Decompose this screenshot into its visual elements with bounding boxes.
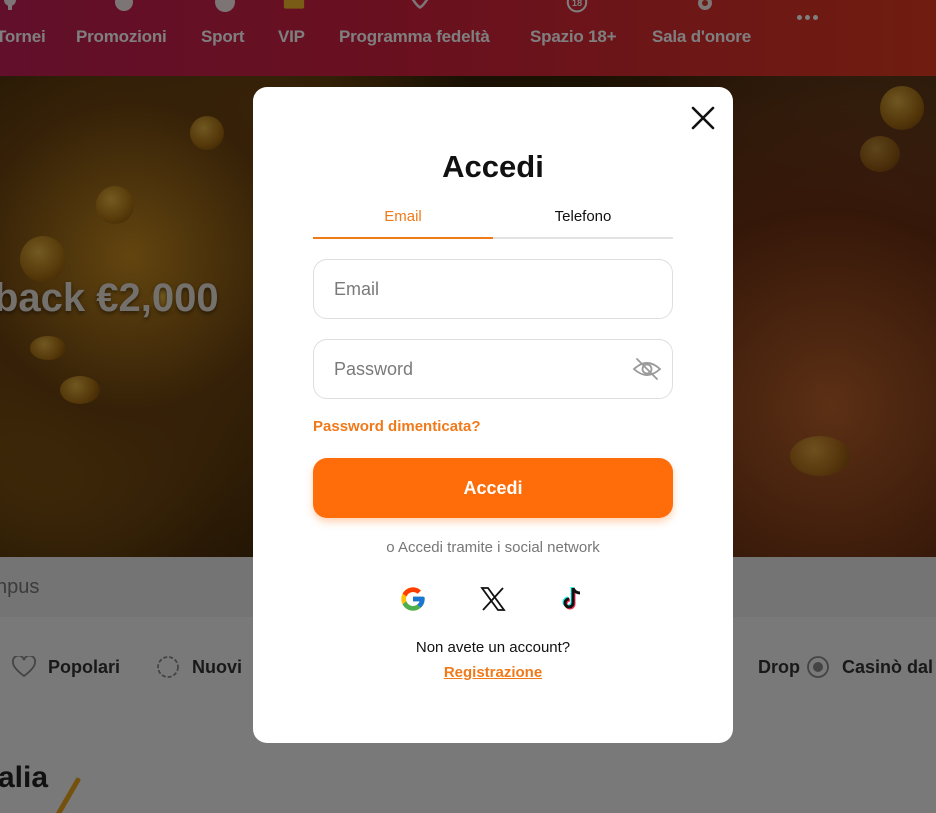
forgot-password-link[interactable]: Password dimenticata? <box>313 418 481 435</box>
social-login-caption: o Accedi tramite i social network <box>386 539 600 556</box>
login-method-tabs: Email Telefono <box>313 197 673 239</box>
close-icon[interactable] <box>689 104 717 132</box>
email-field <box>313 259 673 319</box>
google-icon[interactable] <box>397 583 429 615</box>
password-input[interactable] <box>314 340 672 398</box>
login-modal: Accedi Email Telefono Password dimentica… <box>253 87 733 743</box>
register-link[interactable]: Registrazione <box>253 664 733 681</box>
tiktok-icon[interactable] <box>557 583 589 615</box>
tab-email[interactable]: Email <box>313 197 493 239</box>
email-input[interactable] <box>314 260 672 318</box>
tab-telefono[interactable]: Telefono <box>493 197 673 239</box>
eye-off-icon[interactable] <box>632 356 662 382</box>
x-icon[interactable] <box>477 583 509 615</box>
no-account-text: Non avete un account? <box>415 639 571 656</box>
login-submit-button[interactable]: Accedi <box>313 458 673 518</box>
modal-title: Accedi <box>442 149 544 184</box>
password-field <box>313 339 673 399</box>
